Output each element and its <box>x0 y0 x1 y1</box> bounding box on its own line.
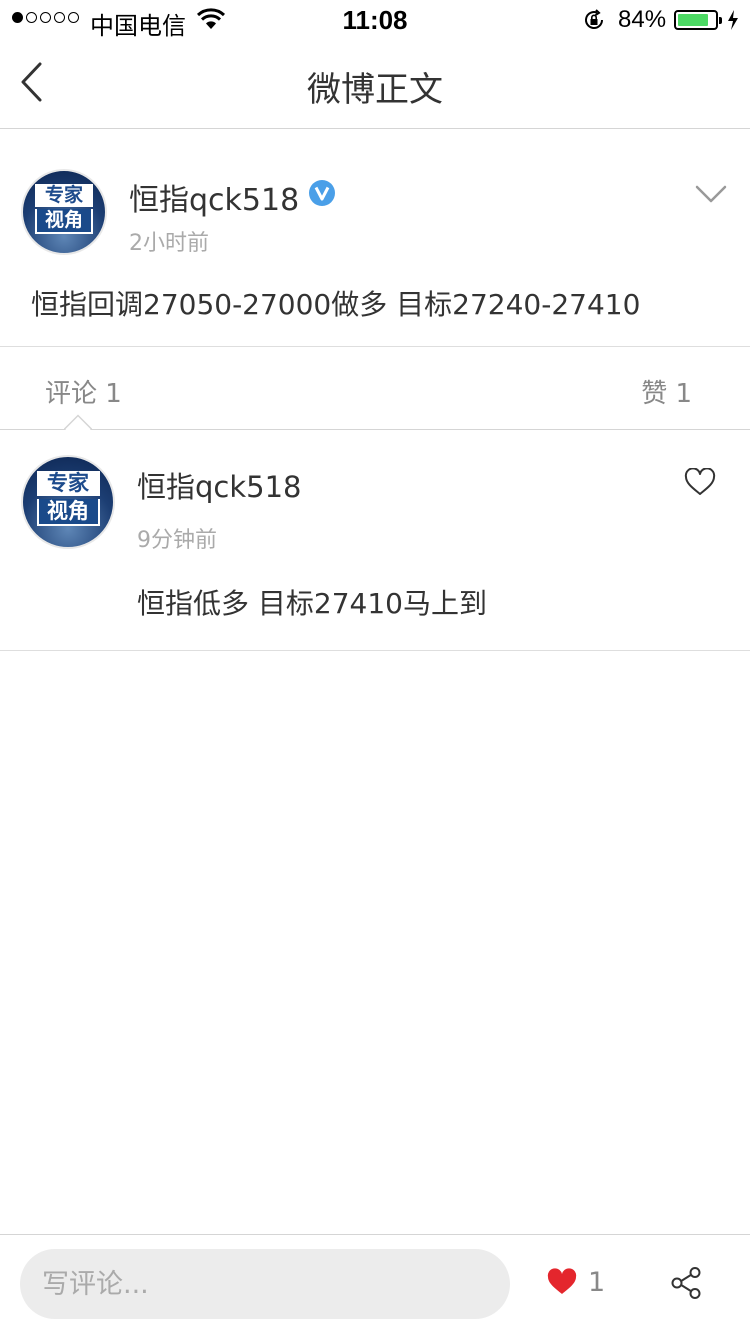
avatar-text-bottom: 视角 <box>36 499 100 526</box>
page-title: 微博正文 <box>307 70 443 110</box>
chevron-down-icon[interactable] <box>694 181 728 207</box>
tab-comments[interactable]: 评论 1 <box>45 373 122 410</box>
weibo-post: 专家 视角 恒指qck518 2小时前 恒指回调27050-27000做多 目标… <box>0 129 750 347</box>
status-bar: 中国电信 11:08 84% <box>0 0 750 40</box>
avatar[interactable]: 专家 视角 <box>21 455 115 549</box>
bottom-action-bar: 1 <box>0 1234 750 1334</box>
comment-content: 恒指低多 目标27410马上到 <box>137 587 487 620</box>
heart-outline-icon[interactable] <box>684 468 716 496</box>
tab-indicator-notch <box>64 414 92 430</box>
comment-input[interactable] <box>20 1249 510 1319</box>
comment-username[interactable]: 恒指qck518 <box>137 464 302 506</box>
avatar-text-top: 专家 <box>35 184 93 207</box>
battery-percent: 84% <box>618 6 667 33</box>
post-tabs: 评论 1 赞 1 <box>0 347 750 430</box>
avatar[interactable]: 专家 视角 <box>21 169 107 255</box>
like-count: 1 <box>588 1267 606 1298</box>
avatar-text-bottom: 视角 <box>35 209 93 234</box>
comment-item: 专家 视角 恒指qck518 9分钟前 恒指低多 目标27410马上到 <box>0 430 750 651</box>
navigation-bar: 微博正文 <box>0 40 750 129</box>
comment-timestamp: 9分钟前 <box>137 528 217 553</box>
like-button[interactable]: 1 <box>546 1265 616 1305</box>
verified-badge-icon <box>309 180 335 206</box>
battery-icon <box>674 10 722 30</box>
rotation-lock-icon <box>585 9 603 29</box>
avatar-text-top: 专家 <box>36 471 100 496</box>
charging-bolt-icon <box>728 10 738 30</box>
post-content: 恒指回调27050-27000做多 目标27240-27410 <box>31 288 641 321</box>
post-username[interactable]: 恒指qck518 <box>129 175 299 219</box>
post-timestamp: 2小时前 <box>129 231 209 256</box>
tab-likes[interactable]: 赞 1 <box>641 373 692 410</box>
heart-filled-icon <box>547 1268 577 1294</box>
share-icon[interactable] <box>668 1265 704 1301</box>
